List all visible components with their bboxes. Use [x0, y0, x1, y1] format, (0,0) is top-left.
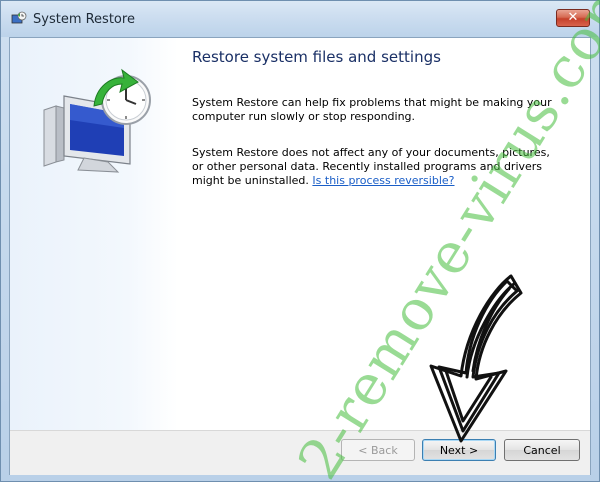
cancel-button[interactable]: Cancel — [504, 439, 580, 461]
title-bar[interactable]: System Restore ✕ — [1, 1, 599, 37]
left-panel — [10, 38, 178, 430]
reversible-link[interactable]: Is this process reversible? — [312, 174, 454, 187]
system-restore-icon — [11, 11, 27, 24]
system-restore-hero-icon — [43, 68, 151, 173]
next-button[interactable]: Next > — [422, 439, 496, 461]
system-restore-window: System Restore ✕ Restore system files an… — [0, 0, 600, 490]
dialog-client-area: Restore system files and settings System… — [9, 37, 591, 475]
window-title: System Restore — [33, 12, 135, 27]
page-heading: Restore system files and settings — [192, 48, 441, 66]
